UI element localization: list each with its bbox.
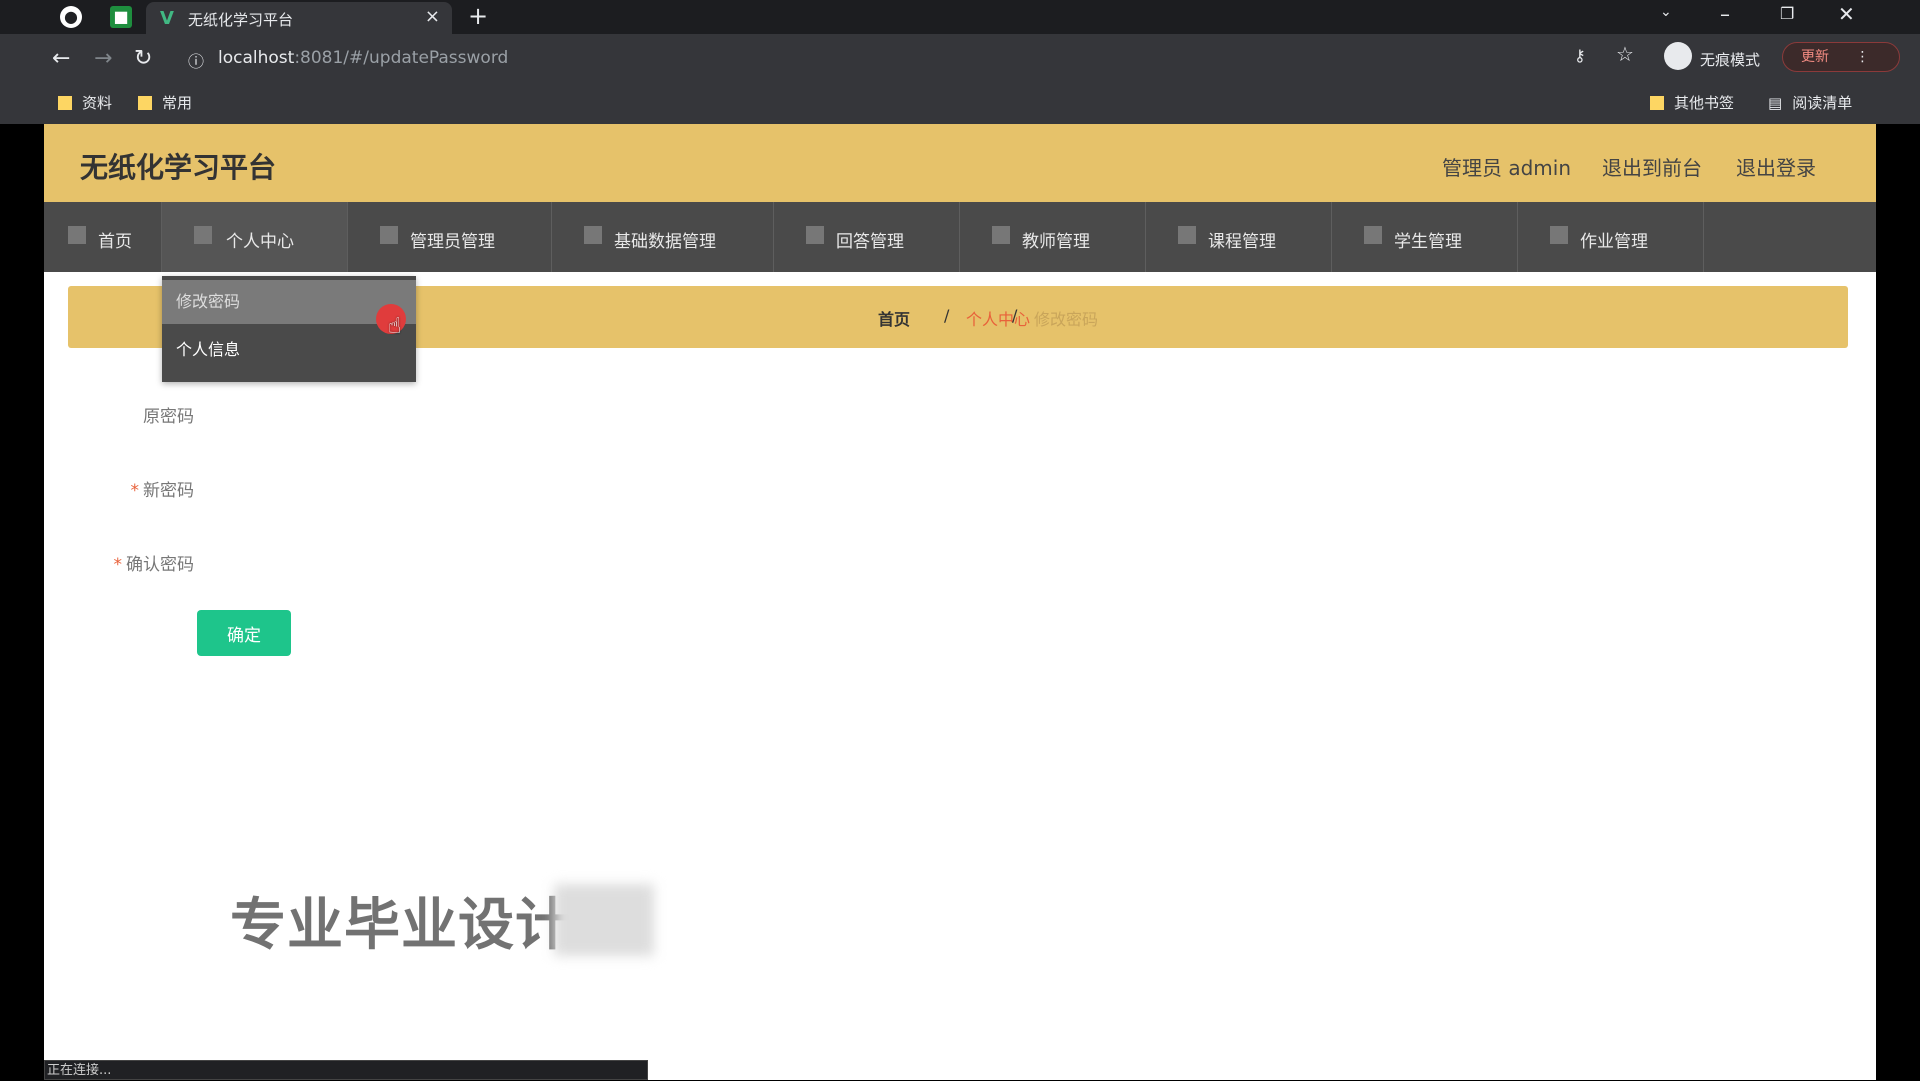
reading-list[interactable]: ▤ 阅读清单 xyxy=(1768,92,1852,113)
folder-icon xyxy=(138,96,152,110)
label-text: 确认密码 xyxy=(126,555,194,575)
required-mark: * xyxy=(113,555,123,575)
bookmark-label: 资料 xyxy=(82,94,113,112)
status-bar: 正在连接... xyxy=(44,1060,648,1080)
star-icon[interactable]: ☆ xyxy=(1616,42,1634,66)
bookmark-folder-1[interactable]: 资料 xyxy=(58,92,112,113)
menu-item-teachers[interactable]: 教师管理 xyxy=(960,202,1146,272)
main-menu: 首页 个人中心 管理员管理 基础数据管理 回答管理 教师管理 课程管理 学生管理… xyxy=(44,202,1876,272)
blurred-region xyxy=(554,884,654,956)
menu-item-personal-center[interactable]: 个人中心 xyxy=(162,202,348,272)
app-brand: 无纸化学习平台 xyxy=(80,151,277,184)
breadcrumb-current: 修改密码 xyxy=(1034,310,1099,329)
restore-icon[interactable]: ❐ xyxy=(1780,4,1794,23)
browser-chrome: ● ■ V 无纸化学习平台 × + ⌄ – ❐ ✕ ← → ↻ ⓘ localh… xyxy=(0,0,1920,124)
chat-icon xyxy=(806,226,824,244)
bookmark-label: 常用 xyxy=(162,94,193,112)
student-icon xyxy=(1364,226,1382,244)
window-close-icon[interactable]: ✕ xyxy=(1838,2,1855,26)
key-icon[interactable]: ⚷ xyxy=(1574,46,1586,65)
menu-label: 管理员管理 xyxy=(410,232,495,252)
dropdown-item-personal-info[interactable]: 个人信息 xyxy=(162,328,416,372)
folder-icon xyxy=(1650,96,1664,110)
watermark-text: 专业毕业设计 xyxy=(230,893,572,958)
menu-label: 基础数据管理 xyxy=(614,232,716,252)
menu-label: 作业管理 xyxy=(1580,232,1648,252)
update-label: 更新 xyxy=(1801,49,1829,65)
data-icon xyxy=(584,226,602,244)
menu-label: 首页 xyxy=(98,232,132,252)
menu-label: 回答管理 xyxy=(836,232,904,252)
incognito-label: 无痕模式 xyxy=(1700,51,1761,69)
menu-label: 教师管理 xyxy=(1022,232,1090,252)
confirm-password-label: * 确认密码 xyxy=(44,550,195,575)
forward-icon[interactable]: → xyxy=(94,46,112,71)
url-field[interactable]: localhost:8081/#/updatePassword xyxy=(218,48,508,68)
current-user: 管理员 admin xyxy=(1442,156,1572,180)
old-password-label: 原密码 xyxy=(44,402,194,427)
menu-item-courses[interactable]: 课程管理 xyxy=(1146,202,1332,272)
url-host: localhost xyxy=(218,48,295,68)
reload-icon[interactable]: ↻ xyxy=(134,46,152,71)
new-password-label: * 新密码 xyxy=(44,476,195,501)
bookmarks-bar: 资料 常用 其他书签 ▤ 阅读清单 xyxy=(0,82,1920,124)
update-button[interactable]: 更新 ⋮ xyxy=(1782,42,1900,72)
back-icon[interactable]: ← xyxy=(52,46,70,71)
personal-center-dropdown: 修改密码 个人信息 ☝ xyxy=(162,276,416,382)
tab-search-icon[interactable]: ⌄ xyxy=(1660,4,1672,20)
logout-link[interactable]: 退出登录 xyxy=(1736,152,1816,181)
menu-item-admin-management[interactable]: 管理员管理 xyxy=(348,202,552,272)
breadcrumb-separator: / xyxy=(944,306,950,325)
menu-item-home[interactable]: 首页 xyxy=(44,202,162,272)
menu-label: 学生管理 xyxy=(1394,232,1462,252)
close-tab-icon[interactable]: × xyxy=(425,6,440,27)
screen: ● ■ V 无纸化学习平台 × + ⌄ – ❐ ✕ ← → ↻ ⓘ localh… xyxy=(0,0,1920,1080)
incognito-icon[interactable] xyxy=(1664,42,1692,70)
minimize-icon[interactable]: – xyxy=(1720,2,1730,26)
site-info-icon[interactable]: ⓘ xyxy=(188,48,204,72)
app-header: 无纸化学习平台 管理员 admin 退出到前台 退出登录 xyxy=(44,124,1876,202)
home-icon xyxy=(68,226,86,244)
menu-item-students[interactable]: 学生管理 xyxy=(1332,202,1518,272)
label-text: 新密码 xyxy=(143,481,194,501)
reading-list-icon: ▤ xyxy=(1768,94,1783,112)
bookmark-label: 阅读清单 xyxy=(1792,94,1853,112)
label-text: 原密码 xyxy=(143,407,194,427)
other-bookmarks[interactable]: 其他书签 xyxy=(1650,92,1734,113)
breadcrumb-home[interactable]: 首页 xyxy=(878,306,910,330)
required-mark: * xyxy=(130,481,140,501)
app-page: 无纸化学习平台 管理员 admin 退出到前台 退出登录 首页 个人中心 管理员… xyxy=(44,124,1876,1080)
breadcrumb-level1[interactable]: 个人中心 xyxy=(966,306,1030,330)
homework-icon xyxy=(1550,226,1568,244)
user-icon xyxy=(194,226,212,244)
pointer-cursor-icon: ☝ xyxy=(388,314,402,339)
tab-strip: ● ■ V 无纸化学习平台 × + ⌄ – ❐ ✕ xyxy=(0,0,1920,34)
active-browser-tab[interactable]: V 无纸化学习平台 × xyxy=(146,2,452,34)
chrome-icon[interactable]: ● xyxy=(60,6,82,28)
breadcrumb-separator: / xyxy=(1012,306,1018,325)
url-path: :8081/#/updatePassword xyxy=(294,48,509,68)
bookmark-folder-2[interactable]: 常用 xyxy=(138,92,192,113)
menu-label: 课程管理 xyxy=(1208,232,1276,252)
menu-item-basic-data[interactable]: 基础数据管理 xyxy=(552,202,774,272)
menu-item-answers[interactable]: 回答管理 xyxy=(774,202,960,272)
exit-to-front-link[interactable]: 退出到前台 xyxy=(1602,152,1702,181)
bookmark-label: 其他书签 xyxy=(1674,94,1735,112)
menu-kebab-icon: ⋮ xyxy=(1855,49,1870,65)
new-tab-button[interactable]: + xyxy=(468,2,488,30)
vue-icon: V xyxy=(160,8,174,29)
teacher-icon xyxy=(992,226,1010,244)
tab-title: 无纸化学习平台 xyxy=(188,11,294,29)
menu-label: 个人中心 xyxy=(226,232,294,252)
confirm-button[interactable]: 确定 xyxy=(197,610,291,656)
admin-icon xyxy=(380,226,398,244)
folder-icon xyxy=(58,96,72,110)
pinned-tab-icon[interactable]: ■ xyxy=(110,6,132,28)
course-icon xyxy=(1178,226,1196,244)
address-bar: ← → ↻ ⓘ localhost:8081/#/updatePassword … xyxy=(0,34,1920,82)
menu-item-homework[interactable]: 作业管理 xyxy=(1518,202,1704,272)
